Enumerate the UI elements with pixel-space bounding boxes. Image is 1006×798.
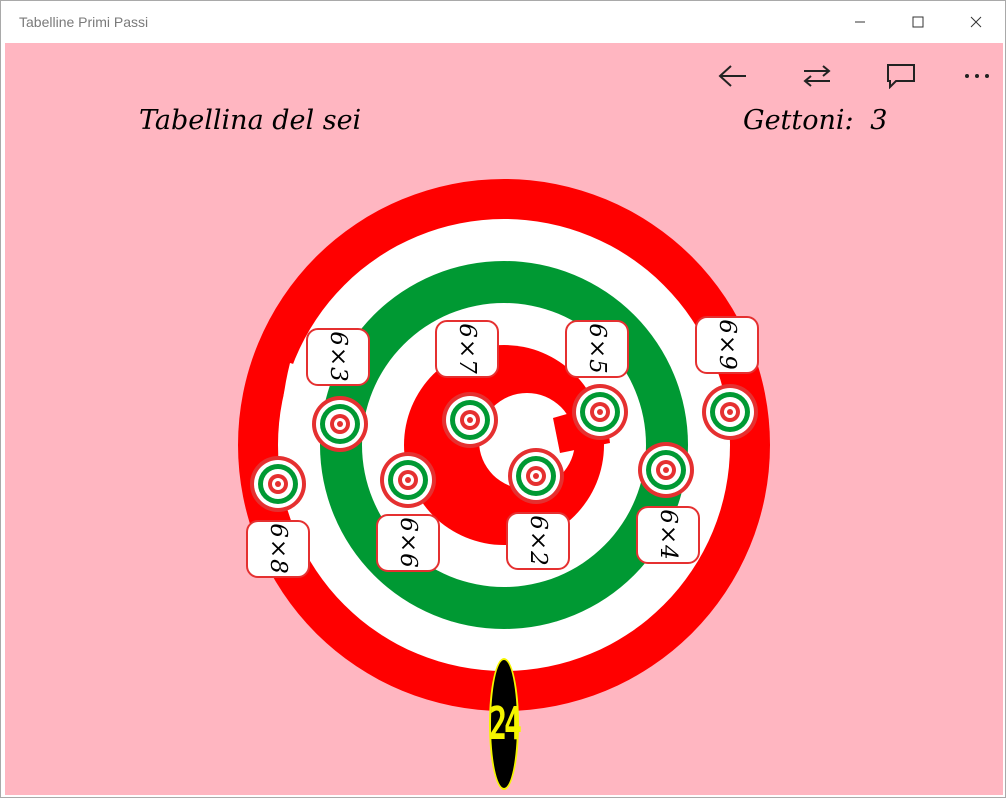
target-icon[interactable] <box>701 383 759 441</box>
multiplication-card[interactable]: 6×9 <box>695 316 759 374</box>
multiplication-card[interactable]: 6×6 <box>376 514 440 572</box>
window-title: Tabelline Primi Passi <box>19 14 149 30</box>
target-icon[interactable] <box>441 391 499 449</box>
minimize-button[interactable] <box>831 1 889 43</box>
minimize-icon <box>855 21 865 23</box>
multiplication-card[interactable]: 6×3 <box>306 328 370 386</box>
target-icon[interactable] <box>637 441 695 499</box>
result-value: 24 <box>488 697 522 751</box>
target-icon[interactable] <box>249 455 307 513</box>
multiplication-card[interactable]: 6×5 <box>565 320 629 378</box>
target-icon[interactable] <box>379 451 437 509</box>
target-icon[interactable] <box>507 447 565 505</box>
maximize-button[interactable] <box>889 1 947 43</box>
target-icon[interactable] <box>311 395 369 453</box>
multiplication-card[interactable]: 6×7 <box>435 320 499 378</box>
title-bar: Tabelline Primi Passi <box>1 1 1005 43</box>
multiplication-card[interactable]: 6×4 <box>636 506 700 564</box>
game-area: Tabellina del sei Gettoni: 3 6×3 6×7 6×5… <box>5 43 1003 795</box>
close-icon <box>970 16 982 28</box>
target-icon[interactable] <box>571 383 629 441</box>
multiplication-card[interactable]: 6×2 <box>506 512 570 570</box>
result-token[interactable]: 24 <box>488 658 522 790</box>
app-window: Tabelline Primi Passi Tabellina del sei … <box>0 0 1006 798</box>
close-button[interactable] <box>947 1 1005 43</box>
maximize-icon <box>912 16 924 28</box>
multiplication-card[interactable]: 6×8 <box>246 520 310 578</box>
